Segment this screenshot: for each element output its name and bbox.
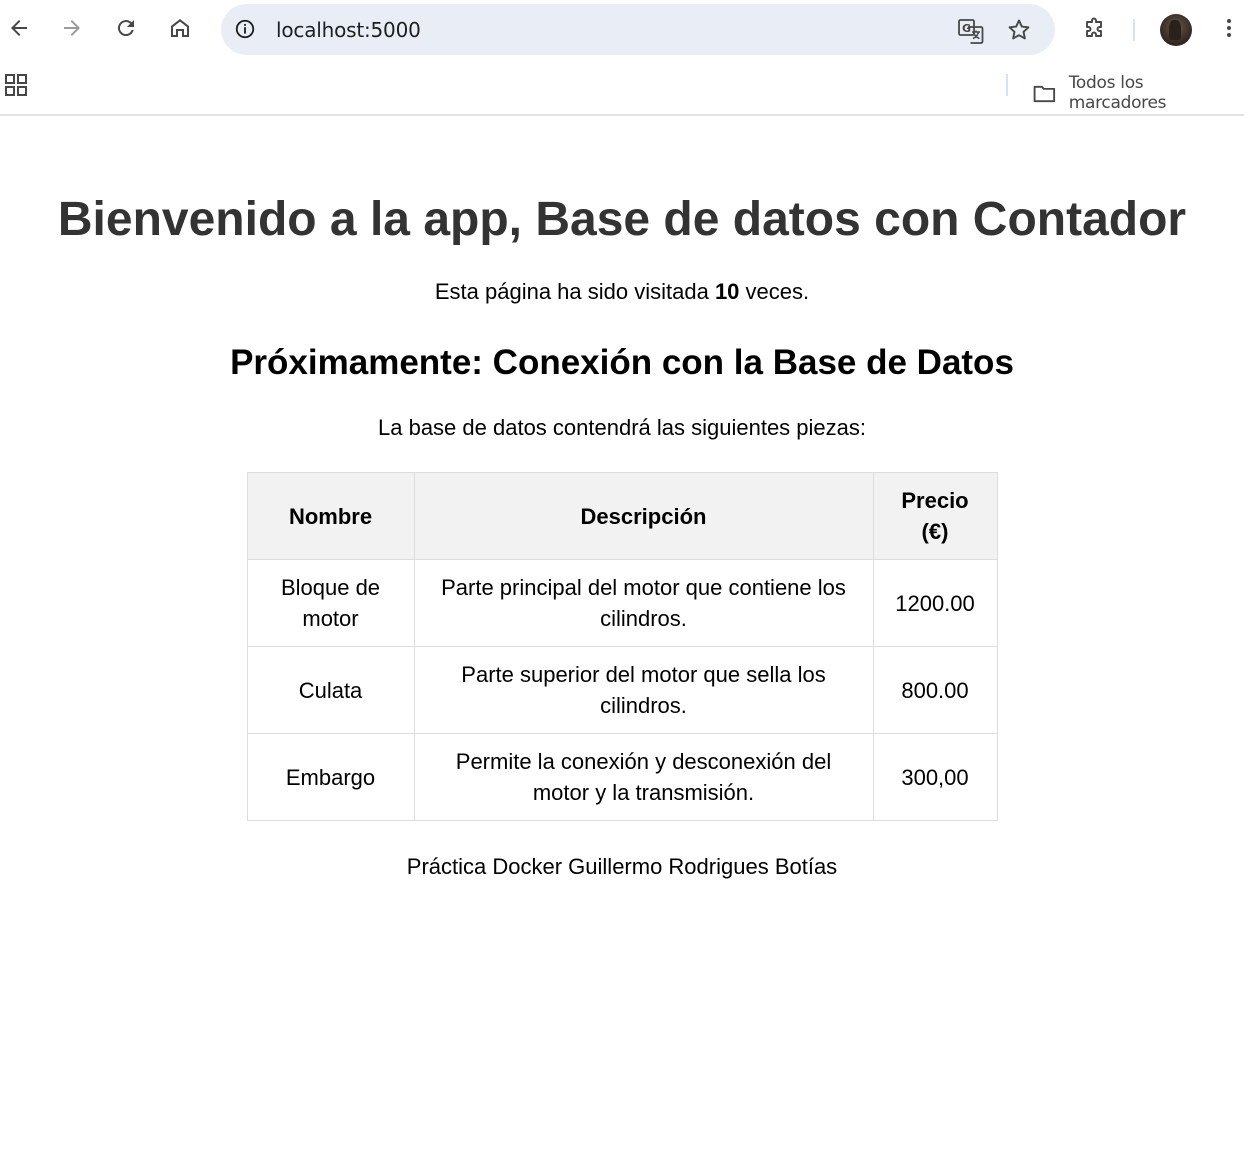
back-arrow-icon — [11, 20, 27, 36]
cell-nombre: Bloque de motor — [246, 559, 415, 647]
star-icon — [1008, 19, 1030, 40]
visits-count: 10 — [714, 279, 740, 304]
folder-icon — [1033, 85, 1056, 102]
all-bookmarks-folder[interactable]: Todos los marcadores — [1032, 73, 1244, 113]
bookmark-star-button[interactable] — [1006, 17, 1032, 43]
header-nombre: Nombre — [246, 472, 415, 560]
forward-button[interactable] — [52, 8, 92, 48]
profile-avatar[interactable] — [1160, 14, 1192, 46]
reload-button[interactable] — [106, 8, 146, 48]
table-row: Bloque de motor Parte principal del moto… — [246, 559, 998, 647]
back-button[interactable] — [0, 8, 39, 48]
browser-menu-button[interactable] — [1209, 8, 1244, 48]
page-footer: Práctica Docker Guillermo Rodrigues Botí… — [406, 854, 838, 879]
forward-arrow-icon — [64, 20, 80, 36]
home-icon — [171, 19, 189, 37]
bookmarks-separator — [1006, 74, 1008, 96]
toolbar-separator — [1133, 19, 1135, 41]
intro-text: La base de datos contendrá las siguiente… — [378, 415, 866, 440]
reload-icon — [117, 20, 134, 37]
extensions-button[interactable] — [1075, 8, 1115, 48]
table-row: Embargo Permite la conexión y desconexió… — [246, 733, 998, 821]
bookmarks-bar: Todos los marcadores — [0, 60, 1244, 116]
home-button[interactable] — [160, 8, 200, 48]
apps-button[interactable] — [4, 73, 28, 97]
translate-icon: G — [958, 19, 984, 44]
cell-precio: 1200.00 — [872, 559, 998, 647]
translate-button[interactable]: G — [957, 17, 985, 45]
cell-descripcion: Parte superior del motor que sella los c… — [413, 646, 874, 734]
page-title: Bienvenido a la app, Base de datos con C… — [57, 193, 1187, 246]
puzzle-icon — [1086, 17, 1102, 37]
table-row: Culata Parte superior del motor que sell… — [246, 646, 998, 734]
cell-nombre: Embargo — [246, 733, 415, 821]
browser-toolbar: localhost:5000 G — [0, 0, 1244, 60]
info-icon — [235, 19, 255, 39]
site-info-button[interactable] — [233, 17, 257, 41]
all-bookmarks-label: Todos los marcadores — [1068, 73, 1167, 113]
header-precio: Precio (€) — [872, 472, 998, 560]
kebab-menu-icon — [1227, 19, 1231, 37]
visits-suffix: veces. — [739, 279, 810, 304]
cell-descripcion: Permite la conexión y desconexión del mo… — [413, 733, 874, 821]
page-content: Bienvenido a la app, Base de datos con C… — [0, 118, 1244, 881]
visit-counter: Esta página ha sido visitada 10 veces. — [0, 278, 1244, 306]
url-text[interactable]: localhost:5000 — [276, 18, 421, 42]
section-heading: Próximamente: Conexión con la Base de Da… — [230, 343, 1014, 382]
cell-precio: 800.00 — [872, 646, 998, 734]
apps-grid-icon — [5, 74, 27, 96]
cell-descripcion: Parte principal del motor que contiene l… — [413, 559, 874, 647]
header-descripcion: Descripción — [413, 472, 874, 560]
svg-text:G: G — [962, 22, 971, 35]
visits-prefix: Esta página ha sido visitada — [434, 279, 715, 304]
cell-precio: 300,00 — [872, 733, 998, 821]
address-bar[interactable]: localhost:5000 G — [221, 4, 1055, 55]
cell-nombre: Culata — [246, 646, 415, 734]
parts-table: Nombre Descripción Precio (€) Bloque de … — [246, 472, 998, 821]
table-header-row: Nombre Descripción Precio (€) — [246, 472, 998, 560]
